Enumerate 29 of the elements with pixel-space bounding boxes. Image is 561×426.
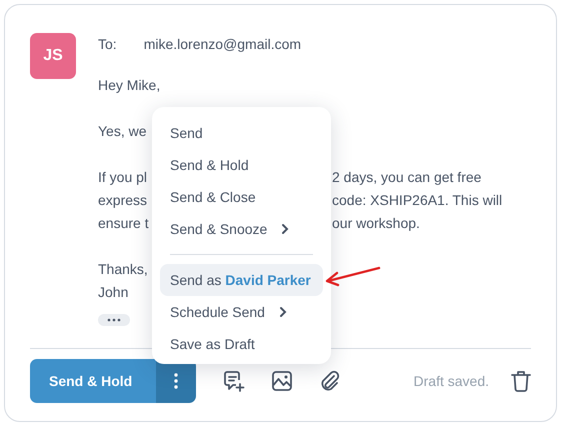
paperclip-icon[interactable] (319, 370, 342, 392)
vertical-dots-icon (174, 373, 178, 389)
body-text: If you pl (98, 168, 148, 184)
body-text: Yes, we (98, 122, 147, 138)
menu-item[interactable]: Send as David Parker (160, 264, 323, 296)
menu-item[interactable]: Send (160, 117, 323, 149)
body-text: Thanks, (98, 260, 148, 276)
image-icon[interactable] (271, 370, 294, 392)
comment-plus-icon[interactable] (223, 370, 246, 392)
avatar: JS (30, 33, 76, 79)
body-text: 2 days, you can get free (332, 168, 482, 184)
draft-status: Draft saved. (414, 373, 489, 389)
body-text: Hey Mike, (98, 76, 160, 92)
body-text: ensure t (98, 214, 149, 230)
ellipsis-icon (107, 318, 121, 322)
body-text: express (98, 192, 148, 208)
body-text: John (98, 284, 128, 300)
to-label: To: (98, 36, 117, 52)
body-text: code: XSHIP26A1. This will (332, 192, 502, 208)
show-more-button[interactable] (98, 314, 130, 326)
menu-item[interactable]: Save as Draft (160, 328, 323, 360)
body-text: our workshop. (332, 214, 420, 230)
menu-item[interactable]: Send & Snooze (160, 213, 323, 245)
trash-icon[interactable] (511, 370, 531, 392)
annotation-arrow (323, 265, 381, 287)
recipient-address: mike.lorenzo@gmail.com (144, 36, 302, 52)
menu-item[interactable]: Schedule Send (160, 296, 323, 328)
menu-item[interactable]: Send & Close (160, 181, 323, 213)
menu-item[interactable]: Send & Hold (160, 149, 323, 181)
